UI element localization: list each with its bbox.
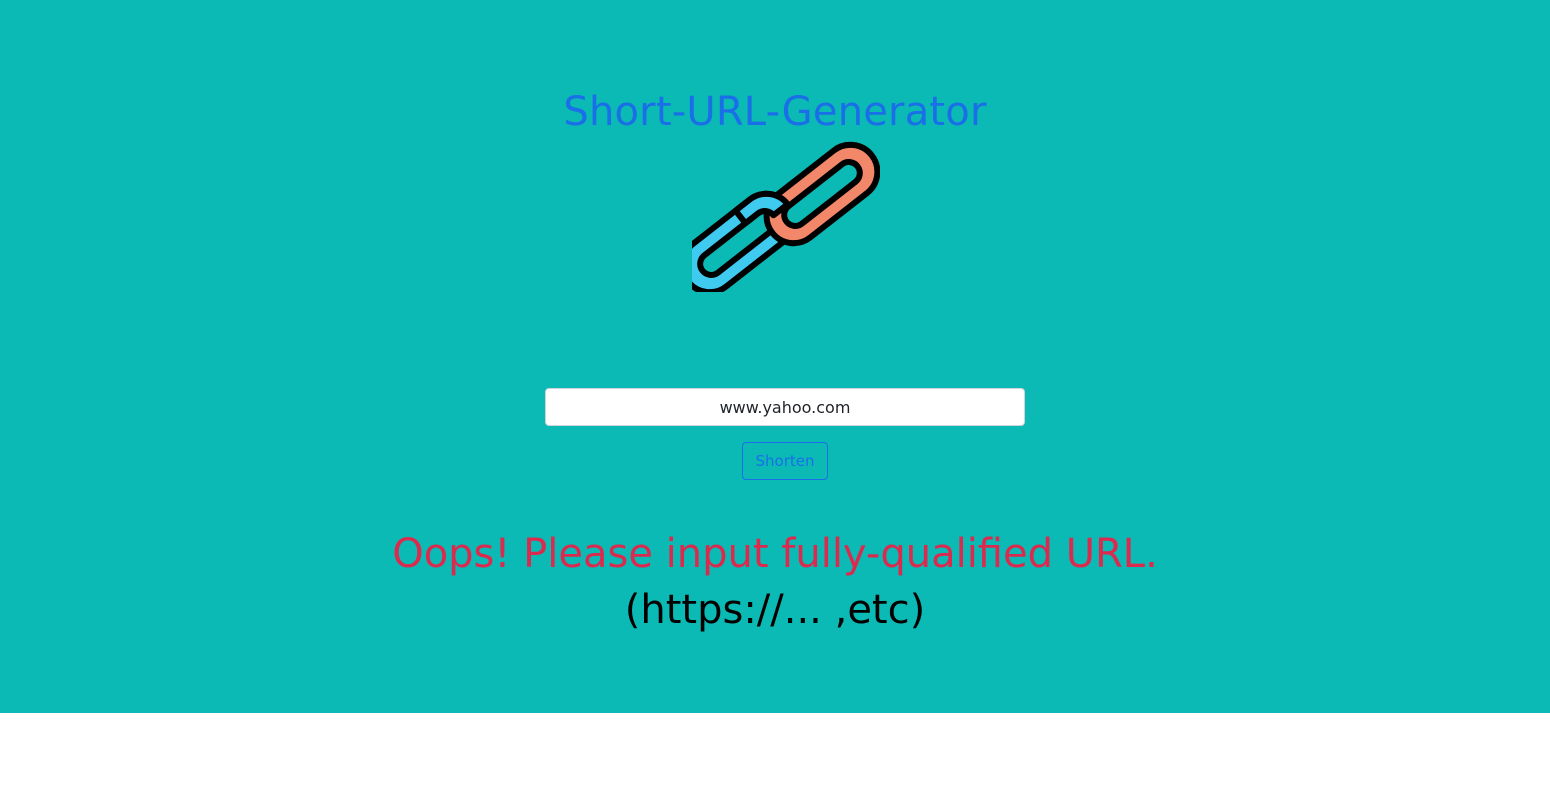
url-input[interactable]	[545, 388, 1025, 426]
error-message: Oops! Please input fully-qualified URL.	[392, 531, 1158, 577]
shorten-button[interactable]: Shorten	[742, 442, 828, 480]
hero-section: Short-URL-Generator Shorten Oops! Please…	[0, 0, 1550, 713]
url-format-hint: (https://... ,etc)	[624, 587, 926, 633]
page-title: Short-URL-Generator	[563, 89, 987, 135]
chain-link-icon	[692, 141, 880, 292]
